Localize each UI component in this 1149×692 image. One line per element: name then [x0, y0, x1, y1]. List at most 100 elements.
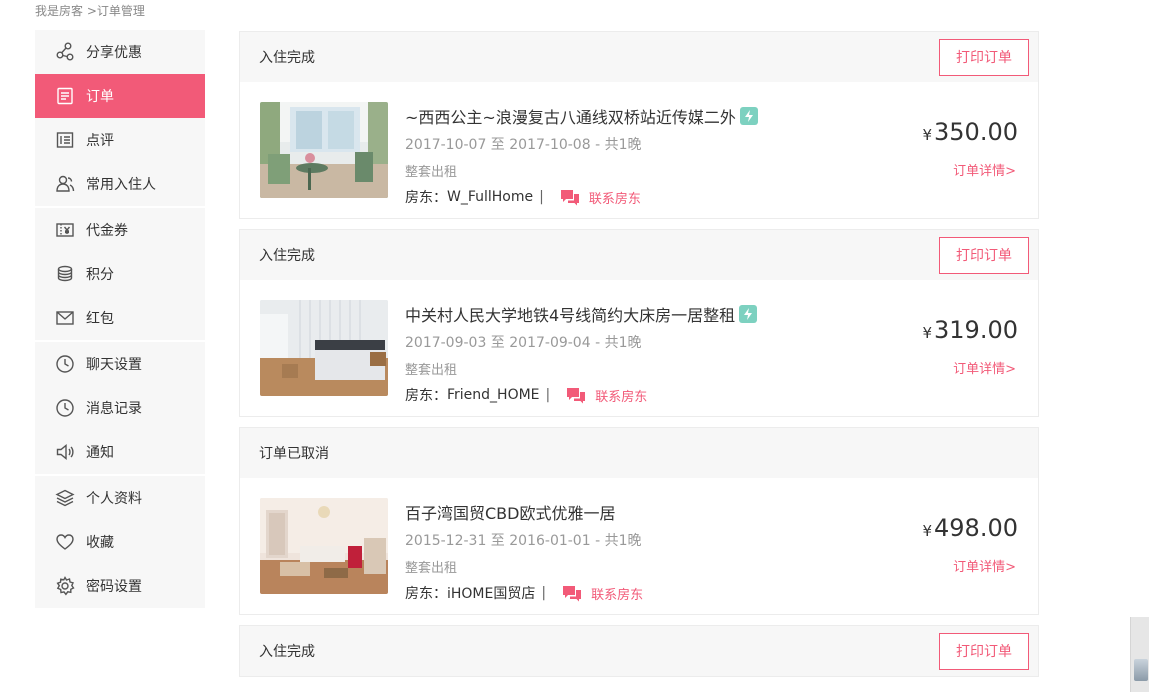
gear-icon [53, 574, 77, 598]
sidebar-item-favorites[interactable]: 收藏 [35, 520, 205, 564]
currency-symbol: ¥ [922, 522, 933, 540]
listing-title[interactable]: ~西西公主~浪漫复古八通线双桥站近传媒二外 [405, 104, 758, 128]
listing-photo[interactable] [260, 102, 388, 198]
listing-title[interactable]: 中关村人民大学地铁4号线简约大床房一居整租 [405, 302, 758, 326]
host-prefix: 房东： [405, 190, 447, 206]
sidebar-item-label: 通知 [86, 445, 114, 461]
voucher-icon [53, 218, 77, 242]
sidebar-item-label: 分享优惠 [86, 45, 142, 61]
contact-host-label: 联系房东 [595, 389, 648, 405]
sidebar-item-label: 个人资料 [86, 491, 142, 507]
breadcrumb: 我是房客 >订单管理 [35, 2, 145, 19]
sidebar-item-label: 收藏 [86, 535, 114, 551]
coins-icon [53, 262, 77, 286]
sidebar-group-profile: 个人资料 收藏 密码设置 [35, 476, 205, 608]
host-row: 房东： Friend_HOME | 联系房东 [405, 385, 757, 405]
price-value: 350.00 [934, 118, 1018, 146]
chat-icon [567, 388, 586, 404]
listing-photo[interactable] [260, 498, 388, 594]
host-name: W_FullHome [447, 189, 534, 205]
order-details-link[interactable]: 订单详情> [953, 160, 1016, 179]
sidebar-item-notifications[interactable]: 通知 [35, 430, 205, 474]
avatar [1134, 659, 1148, 681]
sidebar-item-guests[interactable]: 常用入住人 [35, 162, 205, 206]
order-status: 入住完成 [259, 50, 315, 66]
host-prefix: 房东： [405, 388, 447, 404]
sidebar-item-message-history[interactable]: 消息记录 [35, 386, 205, 430]
stay-dates: 2015-12-31 至 2016-01-01 - 共1晚 [405, 533, 642, 549]
sidebar-item-orders[interactable]: 订单 [35, 74, 205, 118]
sidebar-group-messages: 聊天设置 消息记录 通知 [35, 342, 205, 474]
sidebar-item-label: 聊天设置 [86, 357, 142, 373]
sidebar-group-wallet: 代金券 积分 红包 [35, 208, 205, 340]
order-card: 订单已取消 百子湾国贸CBD欧式优雅一居 2015-12-31 至 2016-0… [239, 427, 1039, 615]
host-name: Friend_HOME [447, 387, 540, 403]
listing-title[interactable]: 百子湾国贸CBD欧式优雅一居 [405, 500, 643, 524]
instant-book-icon [739, 305, 758, 323]
sidebar-item-profile[interactable]: 个人资料 [35, 476, 205, 520]
sidebar-item-label: 积分 [86, 267, 114, 283]
rental-type: 整套出租 [405, 363, 458, 378]
listing-title-text: ~西西公主~浪漫复古八通线双桥站近传媒二外 [405, 108, 736, 127]
sidebar-item-red-packet[interactable]: 红包 [35, 296, 205, 340]
sidebar-item-reviews[interactable]: 点评 [35, 118, 205, 162]
breadcrumb-home[interactable]: 我是房客 [35, 4, 83, 18]
order-body: 中关村人民大学地铁4号线简约大床房一居整租 2017-09-03 至 2017-… [240, 280, 1038, 416]
order-price: ¥350.00 [922, 118, 1018, 146]
clock-icon [53, 352, 77, 376]
currency-symbol: ¥ [922, 324, 933, 342]
contact-host-button[interactable]: 联系房东 [560, 188, 641, 207]
order-card: 入住完成 打印订单 [239, 625, 1039, 677]
floating-service-widget[interactable] [1130, 617, 1149, 692]
order-header: 入住完成 打印订单 [240, 32, 1038, 82]
sidebar-item-vouchers[interactable]: 代金券 [35, 208, 205, 252]
order-card: 入住完成 打印订单 [239, 31, 1039, 219]
sidebar-item-points[interactable]: 积分 [35, 252, 205, 296]
host-row: 房东： iHOME国贸店 | 联系房东 [405, 583, 643, 603]
listing-info: 中关村人民大学地铁4号线简约大床房一居整租 2017-09-03 至 2017-… [405, 302, 758, 405]
listing-title-text: 百子湾国贸CBD欧式优雅一居 [405, 504, 616, 523]
rental-type: 整套出租 [405, 561, 458, 576]
stay-dates: 2017-10-07 至 2017-10-08 - 共1晚 [405, 137, 642, 153]
order-price: ¥498.00 [922, 514, 1018, 542]
contact-host-button[interactable]: 联系房东 [566, 386, 647, 405]
print-order-button[interactable]: 打印订单 [939, 632, 1029, 670]
sidebar: 分享优惠 订单 点评 常用入住人 代金券 积分 红包 聊天设置 消息记录 通知 … [35, 30, 205, 610]
listing-photo[interactable] [260, 300, 388, 396]
listing-info: 百子湾国贸CBD欧式优雅一居 2015-12-31 至 2016-01-01 -… [405, 500, 643, 603]
contact-host-button[interactable]: 联系房东 [562, 584, 643, 603]
clock-icon [53, 396, 77, 420]
order-price: ¥319.00 [922, 316, 1018, 344]
sidebar-group-account: 分享优惠 订单 点评 常用入住人 [35, 30, 205, 206]
breadcrumb-separator: > [86, 4, 97, 18]
chat-icon [560, 190, 579, 206]
order-header: 入住完成 打印订单 [240, 626, 1038, 676]
sidebar-item-share[interactable]: 分享优惠 [35, 30, 205, 74]
heart-icon [53, 530, 77, 554]
divider: | [541, 585, 547, 601]
chat-icon [563, 586, 582, 602]
instant-book-icon [739, 107, 758, 125]
listing-title-text: 中关村人民大学地铁4号线简约大床房一居整租 [405, 306, 736, 325]
review-icon [53, 128, 77, 152]
sidebar-item-label: 消息记录 [86, 401, 142, 417]
sidebar-item-password[interactable]: 密码设置 [35, 564, 205, 608]
order-status: 订单已取消 [259, 446, 329, 462]
sidebar-item-chat-settings[interactable]: 聊天设置 [35, 342, 205, 386]
order-body: ~西西公主~浪漫复古八通线双桥站近传媒二外 2017-10-07 至 2017-… [240, 82, 1038, 218]
price-value: 498.00 [934, 514, 1018, 542]
print-order-button[interactable]: 打印订单 [939, 38, 1029, 76]
contact-host-label: 联系房东 [591, 587, 644, 603]
currency-symbol: ¥ [922, 126, 933, 144]
contact-host-label: 联系房东 [588, 191, 641, 207]
order-list: 入住完成 打印订单 ~西西公主~浪漫复古八通线双桥站近传媒二外 2017-10-… [239, 31, 1039, 687]
sidebar-item-label: 代金券 [86, 223, 128, 239]
order-status: 入住完成 [259, 644, 315, 660]
print-order-button[interactable]: 打印订单 [939, 236, 1029, 274]
divider: | [539, 189, 544, 205]
sidebar-item-label: 常用入住人 [86, 177, 156, 193]
order-details-link[interactable]: 订单详情> [953, 556, 1016, 575]
order-details-link[interactable]: 订单详情> [953, 358, 1016, 377]
envelope-icon [53, 306, 77, 330]
guests-icon [53, 172, 77, 196]
